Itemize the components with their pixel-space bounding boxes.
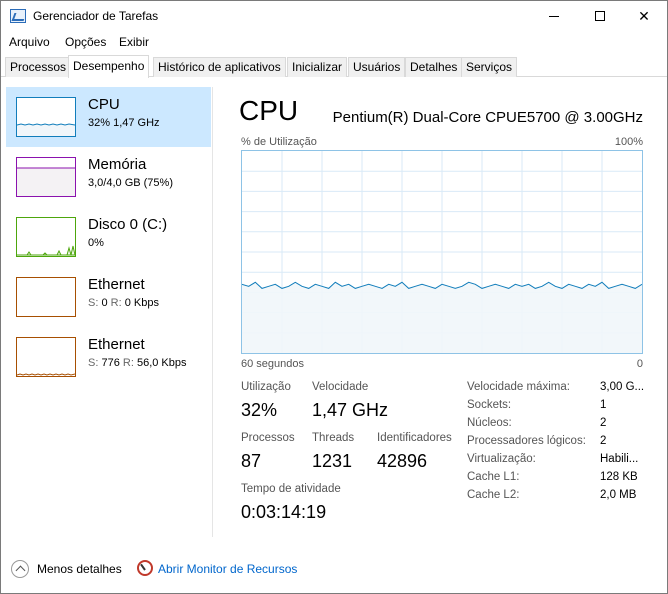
close-icon: ✕ <box>638 7 650 24</box>
graph-time-left: 60 segundos <box>241 358 304 370</box>
ethernet-1-thumbnail <box>16 277 76 317</box>
threads-label: Threads <box>312 432 355 444</box>
ethernet-2-thumbnail <box>16 337 76 377</box>
tab-processos[interactable]: Processos <box>5 57 72 77</box>
sidebar-memoria-subtitle: 3,0/4,0 GB (75%) <box>88 177 173 189</box>
cpu-model: Pentium(R) Dual-Core CPUE5700 @ 3.00GHz <box>332 109 643 126</box>
spec-sockets-label: Sockets: <box>467 399 512 411</box>
spec-cores-value: 2 <box>600 417 607 429</box>
uptime-value: 0:03:14:19 <box>241 502 327 522</box>
tab-servicos[interactable]: Serviços <box>461 57 518 77</box>
util-label: Utilização <box>241 381 291 393</box>
menu-exibir[interactable]: Exibir <box>119 35 149 49</box>
disk-thumbnail <box>16 217 76 257</box>
processes-value: 87 <box>241 451 262 471</box>
tab-detalhes[interactable]: Detalhes <box>405 57 463 77</box>
handles-label: Identificadores <box>377 432 452 444</box>
sidebar-item-ethernet-2[interactable]: Ethernet S: 776 R: 56,0 Kbps <box>6 327 211 387</box>
menu-arquivo[interactable]: Arquivo <box>9 35 50 49</box>
spec-l1-value: 128 KB <box>600 471 638 483</box>
sidebar-ethernet-2-title: Ethernet <box>88 336 145 353</box>
sidebar-item-memoria[interactable]: Memória 3,0/4,0 GB (75%) <box>6 147 211 207</box>
resource-monitor-icon <box>137 560 153 576</box>
uptime-label: Tempo de atividade <box>241 483 341 495</box>
task-manager-icon <box>10 9 26 23</box>
tab-inicializar[interactable]: Inicializar <box>287 57 348 77</box>
spec-max-speed-value: 3,00 G... <box>600 381 645 393</box>
graph-time-right: 0 <box>636 358 643 370</box>
graph-label-utilization: % de Utilização <box>241 136 317 148</box>
sidebar-item-cpu[interactable]: CPU 32% 1,47 GHz <box>6 87 211 147</box>
resource-sidebar: CPU 32% 1,47 GHz Memória 3,0/4,0 GB (75%… <box>6 87 213 537</box>
chevron-up-icon[interactable] <box>11 560 29 578</box>
spec-max-speed-label: Velocidade máxima: <box>467 381 570 393</box>
page-title: CPU <box>239 95 299 126</box>
sidebar-disco-title: Disco 0 (C:) <box>88 216 168 233</box>
cpu-graph-svg <box>242 151 642 353</box>
sidebar-ethernet-1-subtitle: S: 0 R: 0 Kbps <box>88 297 159 309</box>
spec-cores-label: Núcleos: <box>467 417 512 429</box>
close-button[interactable]: ✕ <box>621 1 667 31</box>
spec-logical-value: 2 <box>600 435 607 447</box>
handles-value: 42896 <box>377 451 428 471</box>
maximize-icon <box>595 11 605 21</box>
spec-logical-label: Processadores lógicos: <box>467 435 586 447</box>
tab-bar: Processos Desempenho Histórico de aplica… <box>1 55 667 78</box>
tab-desempenho[interactable]: Desempenho <box>68 55 150 78</box>
spec-l2-label: Cache L2: <box>467 489 520 501</box>
open-resource-monitor-link[interactable]: Abrir Monitor de Recursos <box>158 562 297 576</box>
spec-virtualization-label: Virtualização: <box>467 453 536 465</box>
memory-thumbnail <box>16 157 76 197</box>
threads-value: 1231 <box>312 451 353 471</box>
sidebar-memoria-title: Memória <box>88 156 147 173</box>
sidebar-cpu-title: CPU <box>88 96 120 113</box>
spec-l2-value: 2,0 MB <box>600 489 637 501</box>
cpu-thumbnail <box>16 97 76 137</box>
cpu-utilization-graph <box>241 150 643 354</box>
footer: Menos detalhes Abrir Monitor de Recursos <box>1 550 667 590</box>
title-bar[interactable]: Gerenciador de Tarefas ✕ <box>1 1 667 31</box>
spec-sockets-value: 1 <box>600 399 607 411</box>
menu-bar: Arquivo Opções Exibir <box>1 32 667 52</box>
sidebar-item-ethernet-1[interactable]: Ethernet S: 0 R: 0 Kbps <box>6 267 211 327</box>
maximize-button[interactable] <box>577 1 623 31</box>
cpu-detail-panel: CPU Pentium(R) Dual-Core CPUE5700 @ 3.00… <box>229 87 649 537</box>
tab-usuarios[interactable]: Usuários <box>348 57 406 77</box>
spec-virtualization-value: Habili... <box>600 453 639 465</box>
cpu-utilization-area <box>242 282 642 353</box>
util-value: 32% <box>241 400 278 420</box>
speed-value: 1,47 GHz <box>312 400 389 420</box>
graph-label-max: 100% <box>614 136 643 148</box>
less-details-button[interactable]: Menos detalhes <box>37 562 122 576</box>
sidebar-item-disco[interactable]: Disco 0 (C:) 0% <box>6 207 211 267</box>
tab-historico-aplicativos[interactable]: Histórico de aplicativos <box>153 57 286 77</box>
task-manager-window: Gerenciador de Tarefas ✕ Arquivo Opções … <box>0 0 668 594</box>
menu-opcoes[interactable]: Opções <box>65 35 106 49</box>
window-title: Gerenciador de Tarefas <box>33 9 159 23</box>
sidebar-ethernet-2-subtitle: S: 776 R: 56,0 Kbps <box>88 357 187 369</box>
spec-l1-label: Cache L1: <box>467 471 520 483</box>
minimize-icon <box>549 15 559 17</box>
minimize-button[interactable] <box>531 1 577 31</box>
sidebar-cpu-subtitle: 32% 1,47 GHz <box>88 117 160 129</box>
speed-label: Velocidade <box>312 381 369 393</box>
sidebar-ethernet-1-title: Ethernet <box>88 276 145 293</box>
sidebar-disco-subtitle: 0% <box>88 237 104 249</box>
processes-label: Processos <box>241 432 295 444</box>
